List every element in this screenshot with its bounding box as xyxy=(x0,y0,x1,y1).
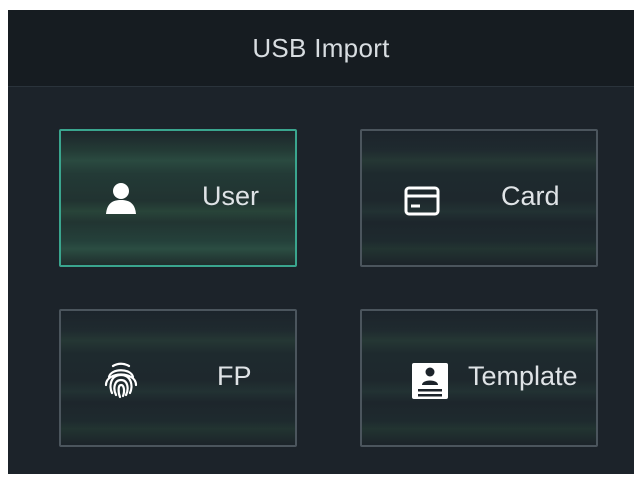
header-bar: USB Import xyxy=(8,10,634,87)
fingerprint-icon xyxy=(104,362,138,399)
card-import-button[interactable]: Card xyxy=(360,129,598,267)
fp-label: FP xyxy=(217,361,252,391)
user-icon xyxy=(106,183,136,214)
card-label: Card xyxy=(501,181,560,211)
usb-import-screen: USB Import User Card FP Template xyxy=(8,10,634,474)
template-import-button[interactable]: Template xyxy=(360,309,598,447)
page-title: USB Import xyxy=(252,32,390,63)
fingerprint-import-button[interactable]: FP xyxy=(59,309,297,447)
template-label: Template xyxy=(468,361,578,391)
user-import-button[interactable]: User xyxy=(59,129,297,267)
card-icon xyxy=(404,186,440,216)
user-label: User xyxy=(202,181,260,211)
template-icon xyxy=(412,363,448,399)
